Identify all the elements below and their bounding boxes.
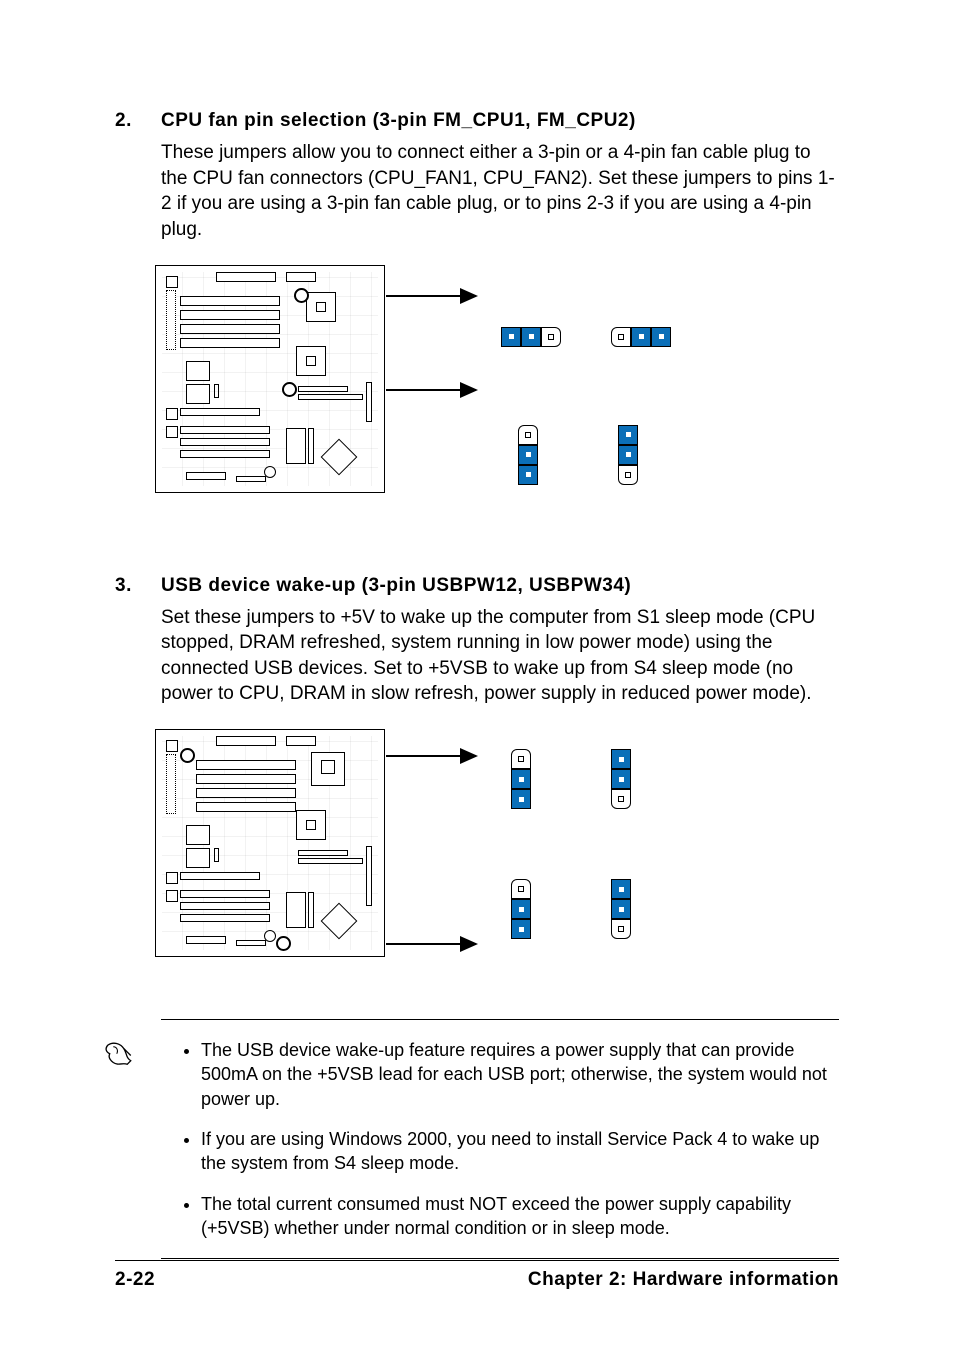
arrow-icon	[386, 295, 476, 297]
jumper-fm-cpu2-options	[518, 425, 638, 485]
jumper-setting	[511, 879, 531, 939]
note-item: If you are using Windows 2000, you need …	[201, 1127, 839, 1176]
section-cpu-fan: 2. CPU fan pin selection (3-pin FM_CPU1,…	[115, 110, 839, 515]
arrow-icon	[386, 943, 476, 945]
section-usb-wakeup: 3. USB device wake-up (3-pin USBPW12, US…	[115, 575, 839, 1260]
section-body: These jumpers allow you to connect eithe…	[161, 140, 839, 243]
arrow-icon	[386, 755, 476, 757]
note-list: The USB device wake-up feature requires …	[161, 1038, 839, 1240]
note-item: The total current consumed must NOT exce…	[201, 1192, 839, 1241]
note-item: The USB device wake-up feature requires …	[201, 1038, 839, 1111]
diagram-cpu-fan	[161, 265, 839, 515]
section-title: USB device wake-up (3-pin USBPW12, USBPW…	[161, 575, 631, 597]
section-heading: 3. USB device wake-up (3-pin USBPW12, US…	[115, 575, 839, 597]
jumper-setting	[611, 879, 631, 939]
note-hand-icon	[101, 1038, 161, 1240]
jumper-setting	[611, 327, 671, 347]
section-number: 3.	[115, 575, 161, 597]
jumper-usbpw12-options	[511, 749, 631, 809]
jumper-setting	[618, 425, 638, 485]
page-number: 2-22	[115, 1269, 155, 1291]
section-title: CPU fan pin selection (3-pin FM_CPU1, FM…	[161, 110, 636, 132]
arrow-icon	[386, 389, 476, 391]
jumper-usbpw34-options	[511, 879, 631, 939]
jumper-setting	[518, 425, 538, 485]
page-footer: 2-22 Chapter 2: Hardware information	[115, 1260, 839, 1291]
jumper-fm-cpu1-options	[501, 327, 671, 347]
section-heading: 2. CPU fan pin selection (3-pin FM_CPU1,…	[115, 110, 839, 132]
chapter-title: Chapter 2: Hardware information	[528, 1269, 839, 1291]
section-number: 2.	[115, 110, 161, 132]
note-box: The USB device wake-up feature requires …	[161, 1019, 839, 1259]
motherboard-outline	[155, 729, 385, 957]
jumper-setting	[501, 327, 561, 347]
jumper-setting	[511, 749, 531, 809]
motherboard-outline	[155, 265, 385, 493]
section-body: Set these jumpers to +5V to wake up the …	[161, 605, 839, 708]
jumper-setting	[611, 749, 631, 809]
diagram-usb-wakeup	[161, 729, 839, 989]
